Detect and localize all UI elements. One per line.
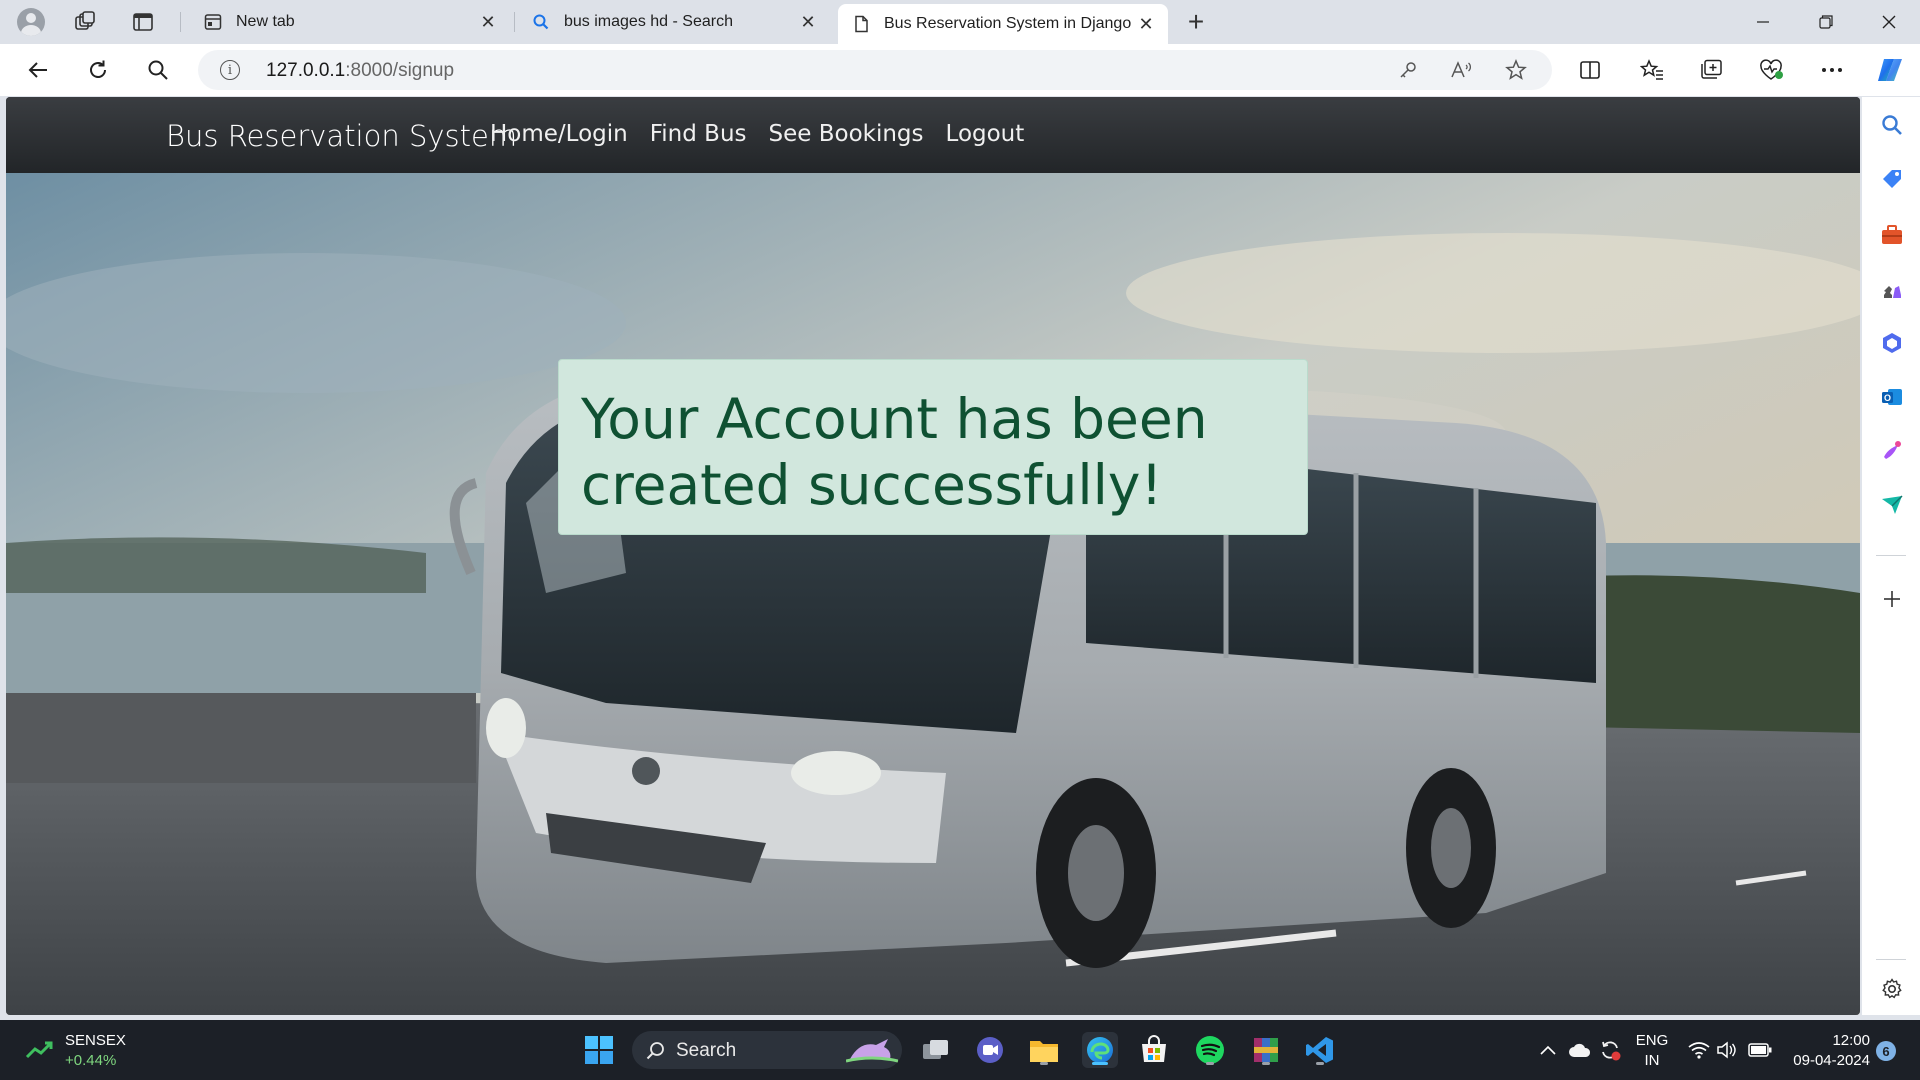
site-navbar: Bus Reservation System Home/Login Find B… (6, 97, 1860, 173)
search-icon[interactable] (1878, 111, 1906, 139)
refresh-button[interactable] (80, 54, 116, 86)
drop-send-icon[interactable] (1878, 491, 1906, 519)
search-label: Search (676, 1040, 737, 1061)
ticker-name[interactable]: SENSEX (65, 1032, 126, 1049)
windows-start-icon[interactable] (581, 1032, 617, 1068)
close-window-button[interactable] (1864, 6, 1914, 38)
page-viewport: Bus Reservation System Home/Login Find B… (6, 97, 1860, 1015)
winrar-icon[interactable] (1248, 1032, 1284, 1068)
tab-bus-images-search[interactable]: bus images hd - Search ✕ (518, 4, 830, 40)
favorite-star-icon[interactable] (1502, 58, 1530, 82)
nav-link-logout[interactable]: Logout (946, 121, 1025, 147)
ticker-change: +0.44% (65, 1052, 117, 1069)
outlook-icon[interactable]: O (1878, 383, 1906, 411)
alert-message: Your Account has been created successfull… (581, 387, 1208, 517)
add-sidebar-app-icon[interactable] (1878, 585, 1906, 613)
wifi-icon[interactable] (1684, 1032, 1714, 1068)
show-hidden-icons-chevron-up-icon[interactable] (1532, 1032, 1564, 1068)
games-icon[interactable] (1878, 275, 1906, 303)
nav-link-see-bookings[interactable]: See Bookings (769, 121, 924, 147)
language-indicator-line1[interactable]: ENG (1634, 1032, 1670, 1049)
page-icon (855, 15, 868, 33)
microsoft-store-icon[interactable] (1136, 1032, 1172, 1068)
onedrive-cloud-icon[interactable] (1564, 1032, 1596, 1068)
designer-icon[interactable] (1878, 437, 1906, 465)
nav-link-home-login[interactable]: Home/Login (490, 121, 628, 147)
back-button[interactable] (20, 54, 56, 86)
task-view-icon[interactable] (918, 1032, 954, 1068)
profile-avatar-icon[interactable] (14, 6, 48, 38)
tab-new-tab[interactable]: New tab ✕ (190, 4, 510, 40)
minimize-button[interactable] (1738, 6, 1788, 38)
new-tab-button[interactable]: + (1178, 6, 1214, 38)
clock-time[interactable]: 12:00 (1780, 1032, 1870, 1049)
file-explorer-icon[interactable] (1026, 1032, 1062, 1068)
tools-icon[interactable] (1878, 221, 1906, 249)
address-bar[interactable]: i 127.0.0.1:8000/signup (198, 50, 1552, 90)
settings-gear-icon[interactable] (1878, 975, 1906, 1003)
favorites-icon[interactable] (1634, 54, 1670, 86)
browser-tab-strip: New tab ✕ bus images hd - Search ✕ Bus R… (0, 0, 1920, 44)
success-alert: Your Account has been created successfull… (558, 359, 1308, 535)
volume-icon[interactable] (1712, 1032, 1742, 1068)
notification-count-badge[interactable]: 6 (1876, 1041, 1896, 1061)
nav-links: Home/Login Find Bus See Bookings Logout (490, 121, 1024, 147)
read-aloud-icon[interactable] (1448, 58, 1476, 82)
battery-icon[interactable] (1742, 1032, 1778, 1068)
teams-chat-icon[interactable] (972, 1032, 1008, 1068)
microsoft-365-icon[interactable] (1878, 329, 1906, 357)
tab-title: New tab (236, 13, 295, 30)
windows-taskbar: SENSEX +0.44% Search ENG IN 12:00 09-04-… (0, 1020, 1920, 1080)
nav-link-find-bus[interactable]: Find Bus (650, 121, 747, 147)
tab-title: bus images hd - Search (564, 13, 733, 30)
language-indicator-line2: IN (1644, 1052, 1660, 1069)
site-info-icon[interactable]: i (220, 60, 240, 80)
search-icon[interactable] (140, 54, 176, 86)
edge-browser-icon[interactable] (1082, 1032, 1118, 1068)
taskbar-search-box[interactable]: Search (632, 1031, 902, 1069)
tab-bus-reservation[interactable]: Bus Reservation System in Django ✕ (838, 4, 1168, 44)
close-tab-icon[interactable]: ✕ (1136, 14, 1156, 34)
search-icon (646, 1042, 664, 1060)
search-icon (533, 14, 549, 30)
clock-date: 09-04-2024 (1793, 1052, 1870, 1069)
svg-text:O: O (1884, 393, 1891, 403)
close-tab-icon[interactable]: ✕ (798, 12, 818, 32)
split-screen-icon[interactable] (1572, 54, 1608, 86)
more-options-icon[interactable] (1814, 54, 1850, 86)
workspaces-icon[interactable] (68, 6, 102, 38)
key-icon[interactable] (1394, 58, 1422, 82)
tab-title: Bus Reservation System in Django (884, 15, 1132, 32)
edge-sidebar: O (1862, 97, 1920, 1015)
url-text[interactable]: 127.0.0.1:8000/signup (266, 60, 454, 82)
new-tab-icon (204, 14, 222, 30)
close-tab-icon[interactable]: ✕ (478, 12, 498, 32)
spotify-icon[interactable] (1192, 1032, 1228, 1068)
browser-toolbar: i 127.0.0.1:8000/signup (0, 44, 1920, 96)
shopping-tag-icon[interactable] (1878, 165, 1906, 193)
sync-status-icon[interactable] (1594, 1032, 1626, 1068)
copilot-icon[interactable] (1872, 54, 1908, 86)
restore-button[interactable] (1801, 6, 1851, 38)
collections-icon[interactable] (1694, 54, 1730, 86)
navbar-brand[interactable]: Bus Reservation System (166, 119, 517, 153)
search-highlight-unicorn-icon (846, 1039, 898, 1063)
vertical-tabs-icon[interactable] (126, 6, 160, 38)
hero-bus-image: Your Account has been created successfull… (6, 173, 1860, 1015)
vscode-icon[interactable] (1302, 1032, 1338, 1068)
browser-essentials-icon[interactable] (1754, 54, 1790, 86)
stock-trend-icon[interactable] (22, 1032, 58, 1068)
